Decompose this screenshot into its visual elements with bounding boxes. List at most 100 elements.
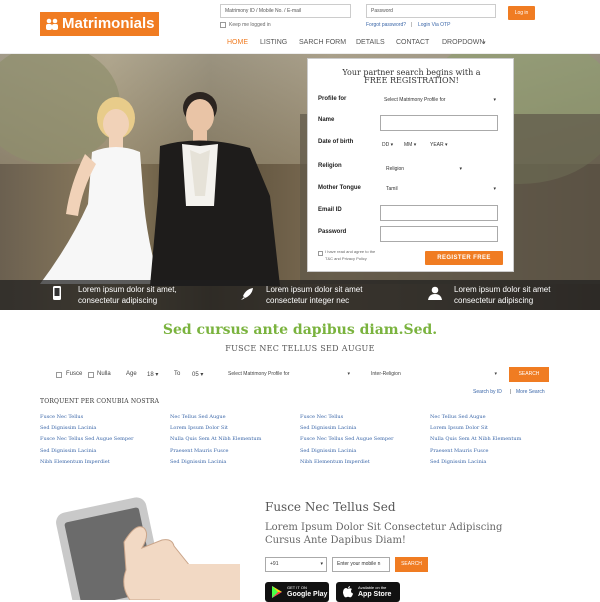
link-item[interactable]: Sed Dignissim Lacinia — [300, 448, 356, 454]
age-from-select[interactable]: 18 ▾ — [147, 371, 167, 378]
tablet-hand-illustration — [56, 497, 240, 600]
religion-select[interactable]: Religion ▾ — [386, 163, 462, 175]
site-logo[interactable]: Matrimonials — [40, 12, 159, 36]
nav-details[interactable]: DETAILS — [356, 39, 385, 46]
search-profile-select[interactable]: Select Matrimony Profile for ▾ — [228, 371, 350, 377]
chevron-down-icon: ▾ — [483, 40, 486, 46]
app-store-small-text: Available on the — [358, 585, 387, 590]
keep-logged-checkbox[interactable] — [220, 22, 226, 28]
header-separator: | — [411, 22, 413, 28]
chevron-down-icon: ▾ — [493, 186, 496, 192]
nav-home[interactable]: HOME — [227, 39, 248, 46]
search-by-id-link[interactable]: Search by ID — [473, 389, 502, 395]
feature-1-line1: Lorem ipsum dolor sit amet, — [78, 285, 177, 294]
email-label: Email ID — [318, 207, 342, 213]
link-item[interactable]: Lorem Ipsum Dolor Sit — [170, 425, 228, 431]
link-item[interactable]: Fusce Nec Tellus Sed Augue Semper — [40, 436, 133, 442]
link-item[interactable]: Nulla Quis Sem At Nibh Elementum — [170, 436, 261, 442]
app-subtitle-line2: Cursus Ante Dapibus Diam! — [265, 535, 406, 546]
dob-month-select[interactable]: MM ▾ — [404, 139, 424, 151]
religion-value: Religion — [386, 166, 405, 172]
dob-year-select[interactable]: YEAR ▾ — [430, 139, 456, 151]
feature-text-2: Lorem ipsum dolor sit amet consectetur i… — [266, 284, 396, 306]
google-play-icon — [272, 586, 282, 598]
link-item[interactable]: Fusce Nec Tellus — [40, 414, 83, 420]
profile-for-value: Select Matrimony Profile for — [384, 97, 446, 103]
chevron-down-icon: ▾ — [493, 97, 496, 103]
search-religion-value: Inter-Religion — [371, 371, 401, 377]
agree-line1: I have read and agree to the — [325, 249, 376, 254]
link-item[interactable]: Nibh Elementum Imperdiet — [40, 459, 110, 465]
link-item[interactable]: Praesent Mauris Fusce — [430, 448, 489, 454]
nav-contact[interactable]: CONTACT — [396, 39, 429, 46]
age-from-value: 18 — [147, 372, 154, 378]
logo-text: Matrimonials — [62, 15, 155, 32]
app-section-subtitle: Lorem Ipsum Dolor Sit Consectetur Adipis… — [265, 521, 525, 547]
link-item[interactable]: Sed Dignissim Lacinia — [40, 425, 96, 431]
link-item[interactable]: Sed Dignissim Lacinia — [300, 425, 356, 431]
app-store-button[interactable]: Available on the App Store — [336, 582, 400, 602]
agree-checkbox[interactable] — [318, 251, 323, 256]
mobile-number-input[interactable]: Enter your mobile n — [332, 557, 390, 572]
app-store-big-text: App Store — [358, 591, 392, 598]
search-button[interactable]: SEARCH — [509, 367, 549, 382]
google-play-small-text: GET IT ON — [287, 585, 307, 590]
link-item[interactable]: Nec Tellus Sed Augue — [430, 414, 486, 420]
link-item[interactable]: Sed Dignissim Lacinia — [430, 459, 486, 465]
profile-for-select[interactable]: Select Matrimony Profile for ▾ — [384, 94, 496, 106]
link-item[interactable]: Fusce Nec Tellus — [300, 414, 343, 420]
otp-login-link[interactable]: Login Via OTP — [418, 22, 450, 28]
forgot-password-link[interactable]: Forgot password? — [366, 22, 406, 28]
mobile-icon — [53, 286, 61, 300]
chevron-down-icon: ▾ — [494, 371, 497, 377]
user-icon — [428, 286, 442, 300]
link-item[interactable]: Lorem Ipsum Dolor Sit — [430, 425, 488, 431]
nav-search-form[interactable]: SARCH FORM — [299, 39, 346, 46]
groom-figure — [150, 92, 280, 286]
chevron-down-icon: ▾ — [320, 561, 323, 567]
age-to-select[interactable]: 05 ▾ — [192, 371, 212, 378]
link-item[interactable]: Nec Tellus Sed Augue — [170, 414, 226, 420]
mother-tongue-select[interactable]: Tamil ▾ — [386, 183, 496, 195]
google-play-button[interactable]: GET IT ON Google Play — [265, 582, 329, 602]
country-code-select[interactable]: +91 ▾ — [265, 557, 327, 572]
link-item[interactable]: Praesent Mauris Fusce — [170, 448, 229, 454]
dob-day-select[interactable]: DD ▾ — [382, 139, 400, 151]
link-item[interactable]: Nibh Elementum Imperdiet — [300, 459, 370, 465]
search-religion-select[interactable]: Inter-Religion ▾ — [371, 371, 497, 377]
site-header: Matrimonials Matrimony ID / Mobile No. /… — [0, 0, 600, 54]
search-section-title: Sed cursus ante dapibus diam.Sed. — [162, 322, 438, 338]
login-id-input[interactable]: Matrimony ID / Mobile No. / E-mail — [220, 4, 351, 18]
app-section-title: Fusce Nec Tellus Sed — [265, 500, 396, 514]
dob-month-value: MM — [404, 142, 413, 148]
register-free-button[interactable]: REGISTER FREE — [425, 251, 503, 265]
link-item[interactable]: Fusce Nec Tellus Sed Augue Semper — [300, 436, 393, 442]
more-search-link[interactable]: More Search — [516, 389, 545, 395]
password-label: Password — [318, 229, 347, 235]
to-label: To — [174, 371, 181, 377]
feature-2-line2: consectetur integer nec — [266, 296, 350, 305]
link-item[interactable]: Sed Dignissim Lacinia — [40, 448, 96, 454]
chevron-down-icon: ▾ — [347, 371, 350, 377]
registration-form: Your partner search begins with a FREE R… — [307, 58, 514, 272]
nav-listing[interactable]: LISTING — [260, 39, 287, 46]
nulla-checkbox[interactable] — [88, 372, 94, 378]
app-subtitle-line1: Lorem Ipsum Dolor Sit Consectetur Adipis… — [265, 522, 503, 533]
fusce-checkbox[interactable] — [56, 372, 62, 378]
link-item[interactable]: Sed Dignissim Lacinia — [170, 459, 226, 465]
agree-line2[interactable]: T&C and Privacy Policy — [325, 256, 367, 261]
feature-3-line2: consectetur adipiscing — [454, 296, 534, 305]
link-item[interactable]: Nulla Quis Sem At Nibh Elementum — [430, 436, 521, 442]
login-button[interactable]: Log in — [508, 6, 535, 20]
nav-dropdown[interactable]: DROPDOWN — [442, 39, 484, 46]
age-to-value: 05 — [192, 372, 199, 378]
feature-text-1: Lorem ipsum dolor sit amet, consectetur … — [78, 284, 208, 306]
app-search-button[interactable]: SEARCH — [395, 557, 428, 572]
mother-tongue-label: Mother Tongue — [318, 185, 361, 191]
email-input[interactable] — [380, 205, 498, 221]
name-input[interactable] — [380, 115, 498, 131]
feature-text-3: Lorem ipsum dolor sit amet consectetur a… — [454, 284, 584, 306]
register-password-input[interactable] — [380, 226, 498, 242]
password-input[interactable]: Password — [366, 4, 496, 18]
feature-3-line1: Lorem ipsum dolor sit amet — [454, 285, 551, 294]
